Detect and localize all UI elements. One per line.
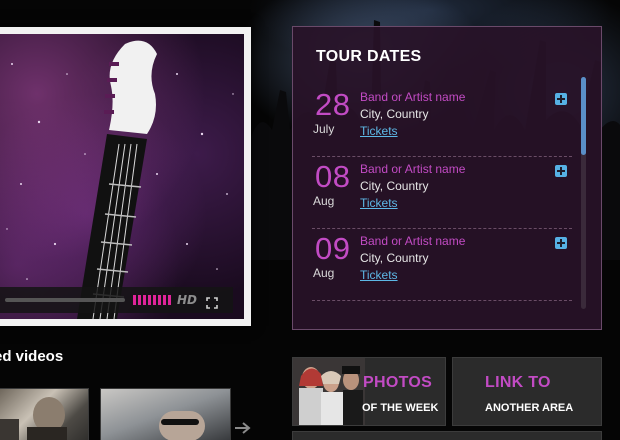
photos-promo-image: [293, 358, 365, 425]
volume-meter[interactable]: [133, 295, 171, 305]
promo-row-next: [292, 431, 602, 440]
link-promo-heading: LINK TO: [485, 374, 551, 391]
tour-dates-list: 28 July Band or Artist name City, Countr…: [312, 85, 572, 301]
tour-month: Aug: [313, 194, 335, 208]
scrollbar-thumb[interactable]: [581, 77, 586, 155]
thumbnail-image: [159, 411, 205, 440]
hd-toggle[interactable]: HD: [177, 293, 197, 307]
thumbnail-image: [0, 397, 67, 440]
fullscreen-icon[interactable]: [206, 294, 218, 309]
plus-icon[interactable]: [555, 93, 567, 105]
tickets-link[interactable]: Tickets: [360, 268, 398, 282]
tour-date-item: 28 July Band or Artist name City, Countr…: [312, 85, 572, 157]
progress-bar[interactable]: [5, 298, 125, 302]
tickets-link[interactable]: Tickets: [360, 124, 398, 138]
sunglasses-shape: [161, 419, 199, 425]
tour-city: City, Country: [360, 107, 429, 121]
tour-day: 08: [315, 159, 351, 194]
tour-dates-title: TOUR DATES: [316, 48, 422, 65]
tour-dates-panel: TOUR DATES 28 July Band or Artist name C…: [292, 26, 602, 330]
tour-band-name: Band or Artist name: [360, 162, 466, 176]
arrow-right-icon[interactable]: [234, 420, 252, 436]
photos-of-the-week-promo[interactable]: PHOTOS OF THE WEEK: [292, 357, 446, 426]
plus-icon[interactable]: [555, 237, 567, 249]
tour-city: City, Country: [360, 251, 429, 265]
photos-promo-heading: PHOTOS: [363, 374, 433, 391]
tour-day: 09: [315, 231, 351, 266]
tour-date-item: 08 Aug Band or Artist name City, Country…: [312, 157, 572, 229]
tour-band-name: Band or Artist name: [360, 234, 466, 248]
tour-date-item: 09 Aug Band or Artist name City, Country…: [312, 229, 572, 301]
link-to-another-area-promo[interactable]: LINK TO ANOTHER AREA: [452, 357, 602, 426]
tour-band-name: Band or Artist name: [360, 90, 466, 104]
scrollbar[interactable]: [581, 77, 586, 309]
photos-promo-subtitle: OF THE WEEK: [362, 402, 439, 414]
link-promo-subtitle: ANOTHER AREA: [485, 402, 574, 414]
video-player[interactable]: HD: [0, 27, 251, 326]
tour-city: City, Country: [360, 179, 429, 193]
video-screen[interactable]: HD: [0, 34, 244, 319]
tickets-link[interactable]: Tickets: [360, 196, 398, 210]
video-thumbnail[interactable]: [100, 388, 231, 440]
tour-day: 28: [315, 87, 351, 122]
video-thumbnail[interactable]: [0, 388, 89, 440]
tour-month: Aug: [313, 266, 335, 280]
related-videos-title: ed videos: [0, 348, 64, 365]
player-controls: HD: [0, 287, 233, 313]
guitar-image: [77, 40, 157, 319]
plus-icon[interactable]: [555, 165, 567, 177]
tour-month: July: [313, 122, 335, 136]
